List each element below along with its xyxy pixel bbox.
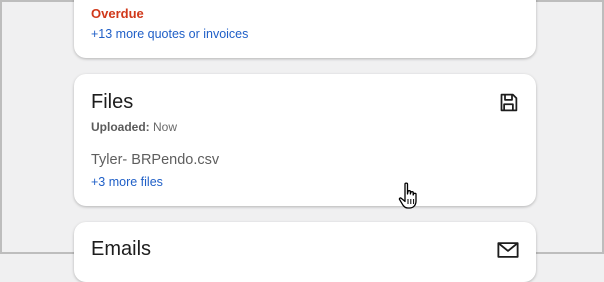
- more-files-link[interactable]: +3 more files: [91, 175, 163, 189]
- uploaded-label: Uploaded:: [91, 120, 150, 134]
- uploaded-value: Now: [153, 120, 178, 134]
- emails-card: Emails: [74, 222, 536, 282]
- files-title: Files: [91, 91, 134, 113]
- save-button[interactable]: [496, 90, 520, 114]
- mail-icon: [497, 242, 519, 258]
- more-quotes-link[interactable]: +13 more quotes or invoices: [91, 27, 248, 41]
- overdue-status: Overdue: [91, 6, 144, 21]
- quotes-invoices-card: Overdue +13 more quotes or invoices: [74, 0, 536, 58]
- save-icon: [500, 93, 517, 111]
- emails-title: Emails: [91, 238, 152, 260]
- uploaded-info: Uploaded: Now: [91, 120, 177, 134]
- file-name: Tyler- BRPendo.csv: [91, 152, 220, 168]
- files-card: Files Uploaded: Now Tyler- BRPendo.csv +…: [74, 74, 536, 206]
- mail-button[interactable]: [496, 238, 520, 262]
